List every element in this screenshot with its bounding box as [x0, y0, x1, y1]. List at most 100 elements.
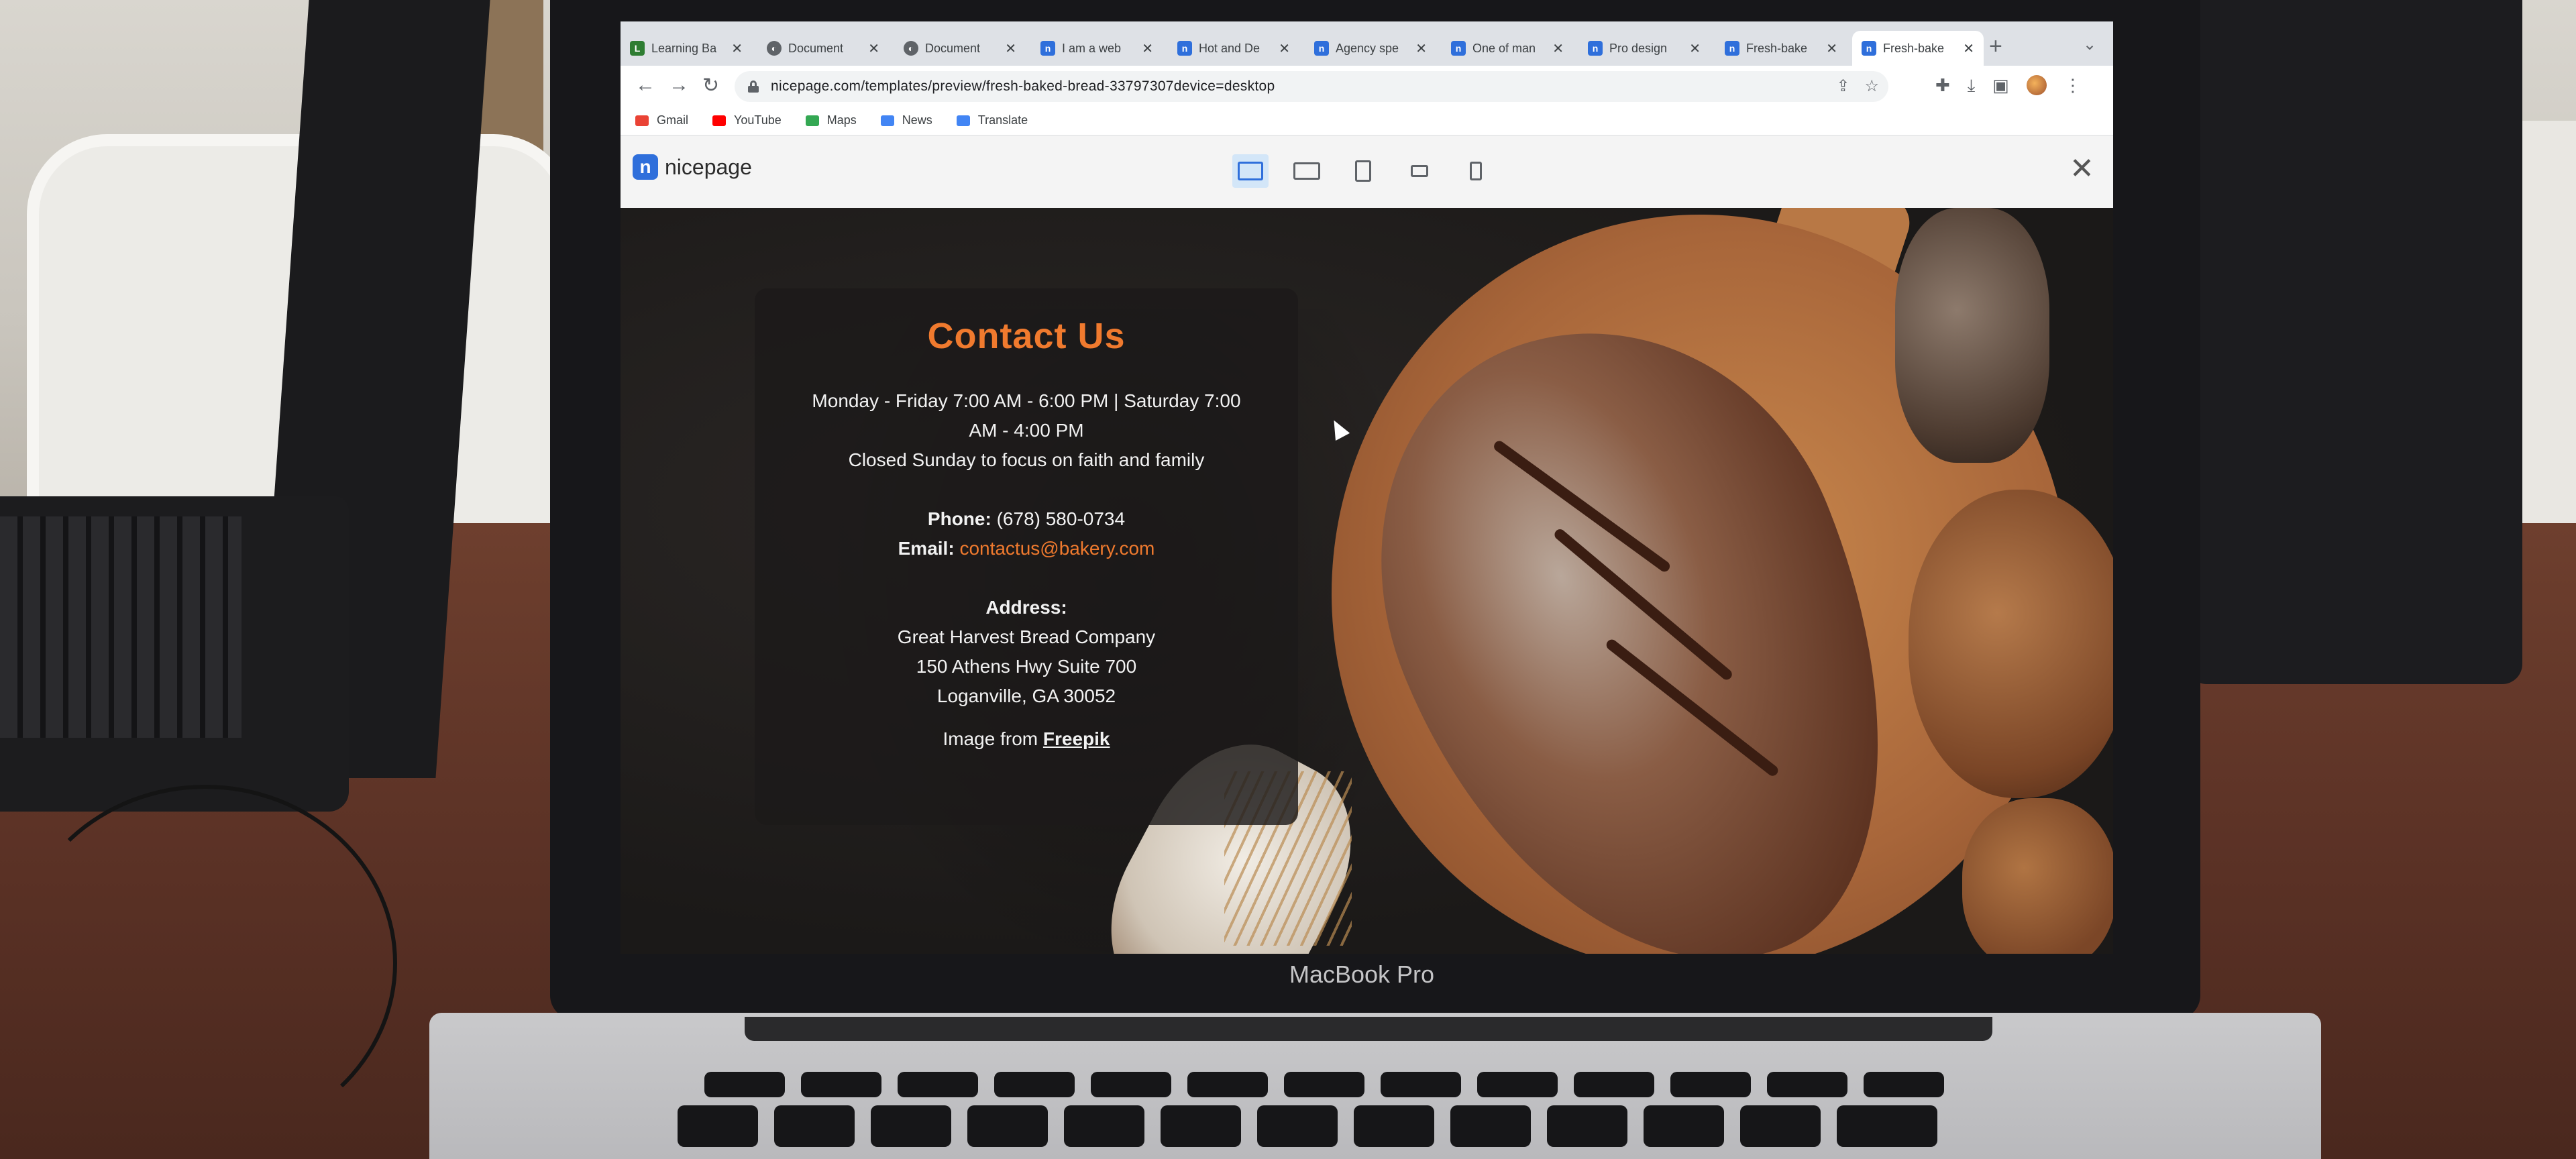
url-text[interactable]: nicepage.com/templates/preview/fresh-bak… [771, 78, 1275, 95]
bookmark-news[interactable]: News [880, 113, 932, 127]
address-bar[interactable]: nicepage.com/templates/preview/fresh-bak… [735, 71, 1888, 102]
tab[interactable]: ◐ Document ✕ [757, 31, 889, 66]
hours-line-1: Monday - Friday 7:00 AM - 6:00 PM | Satu… [812, 390, 1241, 411]
key[interactable] [1381, 1072, 1461, 1097]
close-icon[interactable]: ✕ [1963, 40, 1974, 57]
close-icon[interactable]: ✕ [1142, 40, 1153, 57]
left-laptop-keyboard [0, 516, 241, 738]
tab-active[interactable]: n Fresh-bake ✕ [1852, 31, 1984, 66]
tab-label: Fresh-bake [1883, 41, 1945, 55]
key[interactable] [967, 1105, 1048, 1147]
star-icon[interactable]: ☆ [1864, 76, 1879, 96]
close-icon[interactable]: ✕ [1552, 40, 1564, 57]
tab[interactable]: L Learning Ba ✕ [621, 31, 752, 66]
back-icon[interactable]: ← [635, 74, 655, 97]
key[interactable] [704, 1072, 785, 1097]
download-icon[interactable]: ⤓ [1968, 75, 1976, 97]
close-preview-button[interactable]: ✕ [2070, 152, 2094, 186]
email-label: Email: [898, 538, 955, 559]
tablet-device-button[interactable] [1345, 154, 1381, 188]
tab[interactable]: n I am a web ✕ [1031, 31, 1163, 66]
laptop-screen: L Learning Ba ✕ ◐ Document ✕ ◐ Document … [621, 21, 2113, 954]
key[interactable] [801, 1072, 881, 1097]
tab[interactable]: n Fresh-bake ✕ [1715, 31, 1847, 66]
phone-value[interactable]: (678) 580-0734 [997, 508, 1125, 529]
right-laptop [2187, 0, 2522, 684]
key[interactable] [1864, 1072, 1944, 1097]
email-link[interactable]: contactus@bakery.com [959, 538, 1155, 559]
key[interactable] [1767, 1072, 1847, 1097]
close-icon[interactable]: ✕ [1279, 40, 1290, 57]
image-credit: Image from Freepik [755, 724, 1298, 754]
tab[interactable]: n Pro design ✕ [1578, 31, 1710, 66]
contact-title: Contact Us [927, 316, 1126, 356]
key[interactable] [1740, 1105, 1821, 1147]
bread-score [1604, 637, 1780, 778]
freepik-link[interactable]: Freepik [1043, 728, 1110, 749]
bread-loaf-image [1909, 490, 2113, 798]
key[interactable] [774, 1105, 855, 1147]
sidepanel-icon[interactable]: ▣ [1992, 75, 2009, 97]
avatar[interactable] [2026, 75, 2047, 95]
key[interactable] [1187, 1072, 1268, 1097]
key[interactable] [1670, 1072, 1751, 1097]
close-icon[interactable]: ✕ [868, 40, 879, 57]
macbook-hinge [745, 1017, 1992, 1041]
globe-icon: ◐ [767, 41, 782, 56]
extensions-icon[interactable]: ✚ [1935, 75, 1950, 97]
nicepage-icon: n [1451, 41, 1466, 56]
close-icon[interactable]: ✕ [731, 40, 743, 57]
key[interactable] [1547, 1105, 1627, 1147]
nicepage-icon: n [1588, 41, 1603, 56]
key[interactable] [871, 1105, 951, 1147]
phone-device-button[interactable] [1458, 154, 1494, 188]
key[interactable] [1450, 1105, 1531, 1147]
gmail-icon [635, 115, 649, 126]
bookmark-label: Gmail [657, 113, 689, 127]
bookmark-translate[interactable]: Translate [956, 113, 1028, 127]
new-tab-button[interactable]: + [1989, 34, 2002, 60]
key[interactable] [898, 1072, 978, 1097]
lock-icon[interactable] [748, 80, 759, 93]
share-icon[interactable]: ⇪ [1836, 76, 1849, 96]
browser-toolbar: ← → ↻ nicepage.com/templates/preview/fre… [621, 66, 2113, 106]
key[interactable] [1644, 1105, 1724, 1147]
key[interactable] [678, 1105, 758, 1147]
menu-icon[interactable]: ⋮ [2064, 75, 2082, 97]
reload-icon[interactable]: ↻ [702, 74, 719, 97]
tab[interactable]: ◐ Document ✕ [894, 31, 1026, 66]
bookmark-maps[interactable]: Maps [805, 113, 857, 127]
key[interactable] [1064, 1105, 1144, 1147]
key[interactable] [1354, 1105, 1434, 1147]
tab[interactable]: n Hot and De ✕ [1168, 31, 1299, 66]
laptop-device-button[interactable] [1289, 154, 1325, 188]
globe-icon: ◐ [904, 41, 918, 56]
tab-search-icon[interactable]: ⌄ [2083, 35, 2096, 54]
website-preview: Contact Us Monday - Friday 7:00 AM - 6:0… [621, 208, 2113, 954]
nicepage-logo[interactable]: n nicepage [633, 154, 752, 180]
hours-line-2: AM - 4:00 PM [969, 420, 1084, 441]
tablet-icon [1355, 160, 1371, 182]
phone-landscape-device-button[interactable] [1401, 154, 1438, 188]
bookmark-youtube[interactable]: YouTube [712, 113, 782, 127]
macbook-label: MacBook Pro [1289, 960, 1435, 988]
key[interactable] [1284, 1072, 1364, 1097]
close-icon[interactable]: ✕ [1005, 40, 1016, 57]
nicepage-icon: n [633, 154, 658, 180]
bookmark-gmail[interactable]: Gmail [635, 113, 688, 127]
key[interactable] [994, 1072, 1075, 1097]
key[interactable] [1257, 1105, 1338, 1147]
key[interactable] [1477, 1072, 1558, 1097]
close-icon[interactable]: ✕ [1826, 40, 1837, 57]
close-icon[interactable]: ✕ [1689, 40, 1701, 57]
tab[interactable]: n Agency spe ✕ [1305, 31, 1436, 66]
tab[interactable]: n One of man ✕ [1442, 31, 1573, 66]
desktop-device-button[interactable] [1232, 154, 1269, 188]
close-icon[interactable]: ✕ [1415, 40, 1427, 57]
laptop-icon [1293, 162, 1320, 180]
forward-icon[interactable]: → [669, 74, 689, 97]
key[interactable] [1091, 1072, 1171, 1097]
key[interactable] [1574, 1072, 1654, 1097]
key[interactable] [1161, 1105, 1241, 1147]
key[interactable] [1837, 1105, 1937, 1147]
